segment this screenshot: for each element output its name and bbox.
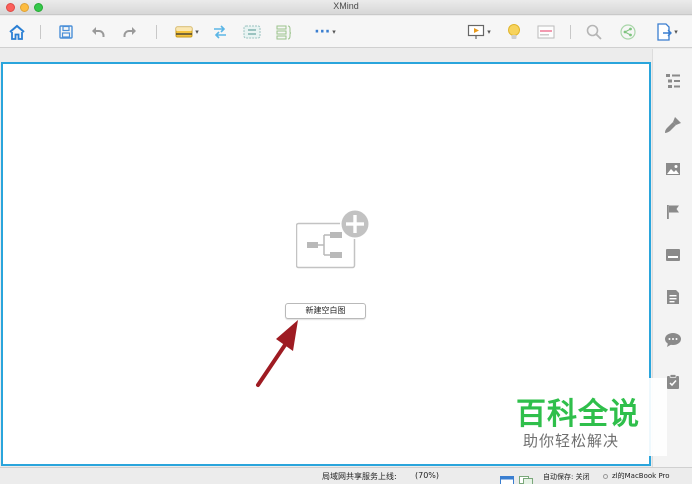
chevron-down-icon: ▾ xyxy=(332,28,336,36)
format-brush-icon xyxy=(665,117,681,133)
mini-map-icon xyxy=(519,476,533,484)
home-icon xyxy=(9,24,25,40)
window-layout-icon xyxy=(500,476,514,484)
sidebar-item-comments[interactable] xyxy=(663,330,683,350)
chevron-down-icon: ▾ xyxy=(487,28,491,36)
lan-share-status: 局域网共享服务上线: xyxy=(322,472,397,481)
watermark-title: 百科全说 xyxy=(516,397,640,432)
idea-icon xyxy=(508,24,520,39)
summary-icon xyxy=(276,25,292,40)
network-status-icon xyxy=(603,474,608,479)
insert-topic-button[interactable]: ▾ xyxy=(170,22,204,42)
notes-icon xyxy=(667,290,679,304)
home-button[interactable] xyxy=(6,22,28,42)
presentation-button[interactable]: ▾ xyxy=(462,22,496,42)
chevron-down-icon: ▾ xyxy=(195,28,199,36)
sidebar-item-notes[interactable] xyxy=(663,287,683,307)
annotation-arrow xyxy=(256,320,298,387)
window-title: XMind xyxy=(333,1,359,11)
insert-topic-icon xyxy=(175,26,193,38)
device-name: zl的MacBook Pro xyxy=(612,472,670,480)
watermark: 百科全说 助你轻松解决 xyxy=(506,378,667,456)
status-bar: 局域网共享服务上线: (70%) 自动保存: 关闭 zl的MacBook Pro xyxy=(0,467,692,484)
outline-icon xyxy=(666,74,680,88)
sidebar-item-marker[interactable] xyxy=(663,202,683,222)
save-button[interactable] xyxy=(56,22,76,42)
title-bar: XMind xyxy=(0,0,692,15)
export-icon xyxy=(657,23,673,41)
undo-button[interactable] xyxy=(88,22,108,42)
chevron-down-icon: ▾ xyxy=(674,28,678,36)
redo-button[interactable] xyxy=(120,22,140,42)
search-button[interactable] xyxy=(584,22,604,42)
marker-flag-icon xyxy=(667,205,679,219)
xmind-window: XMind ▾ ··· ▾ ▾ ▾ 新建空白图 百科全说 助你轻松解决 局域网共… xyxy=(0,0,692,484)
sidebar-item-image[interactable] xyxy=(663,159,683,179)
boundary-icon xyxy=(243,25,261,39)
zoom-level[interactable]: (70%) xyxy=(415,471,439,480)
toolbar-separator xyxy=(156,25,157,39)
toolbar-separator xyxy=(40,25,41,39)
outliner-button[interactable] xyxy=(536,22,556,42)
mind-map-add-icon xyxy=(295,209,370,269)
boundary-button[interactable] xyxy=(242,22,262,42)
search-icon xyxy=(586,24,602,40)
autosave-status[interactable]: 自动保存: 关闭 xyxy=(543,472,590,482)
summary-button[interactable] xyxy=(274,22,294,42)
label-icon xyxy=(666,249,680,261)
outliner-icon xyxy=(537,25,555,39)
redo-icon xyxy=(123,27,136,37)
presentation-icon xyxy=(468,24,485,39)
save-icon xyxy=(59,25,73,39)
undo-icon xyxy=(92,27,105,37)
more-button[interactable]: ··· ▾ xyxy=(308,22,342,42)
task-icon xyxy=(667,374,679,389)
window-layout-button[interactable] xyxy=(500,471,514,484)
sidebar-item-format[interactable] xyxy=(663,115,683,135)
toolbar-separator xyxy=(570,25,571,39)
share-icon xyxy=(620,24,636,40)
image-icon xyxy=(666,163,680,175)
idea-button[interactable] xyxy=(504,22,524,42)
relationship-button[interactable] xyxy=(210,22,230,42)
relationship-icon xyxy=(214,25,226,39)
mini-map-button[interactable] xyxy=(519,471,533,484)
export-button[interactable]: ▾ xyxy=(650,22,684,42)
share-button[interactable] xyxy=(618,22,638,42)
more-icon: ··· xyxy=(314,24,331,40)
sidebar-item-outline[interactable] xyxy=(663,71,683,91)
sidebar-item-label[interactable] xyxy=(663,245,683,265)
new-blank-map-thumbnail[interactable] xyxy=(295,208,372,270)
watermark-subtitle: 助你轻松解决 xyxy=(523,432,620,450)
comments-icon xyxy=(665,333,681,347)
toolbar: ▾ ··· ▾ ▾ ▾ xyxy=(0,16,692,48)
